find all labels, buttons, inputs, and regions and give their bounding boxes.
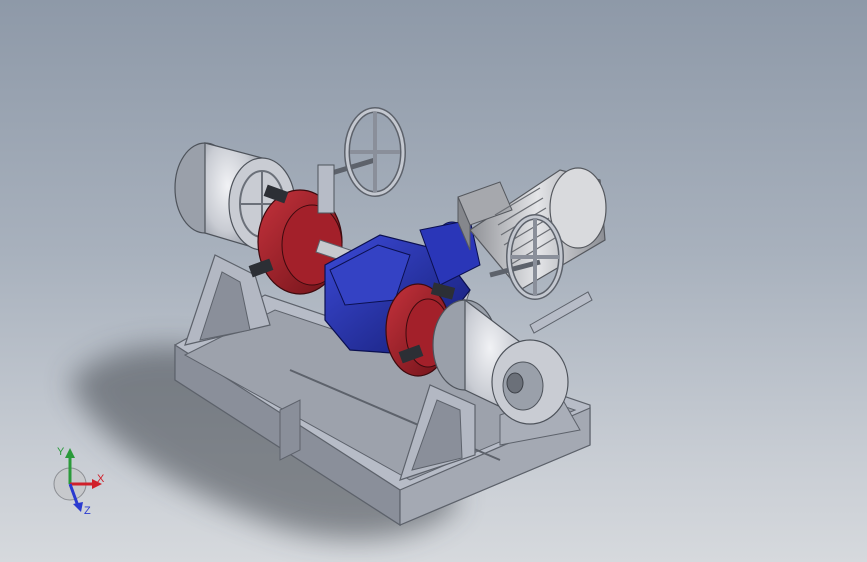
y-axis-label: Y (57, 446, 65, 458)
view-triad[interactable]: Y X Z (40, 440, 120, 520)
y-axis-arrow (65, 448, 75, 458)
x-axis-label: X (97, 473, 105, 485)
graphics-viewport[interactable]: Y X Z (0, 0, 867, 562)
z-axis-label: Z (84, 505, 91, 517)
windlass-model[interactable] (0, 0, 867, 562)
z-axis-arrow (73, 502, 83, 512)
motor-icon[interactable] (457, 167, 607, 291)
handwheel-icon[interactable] (317, 107, 406, 214)
